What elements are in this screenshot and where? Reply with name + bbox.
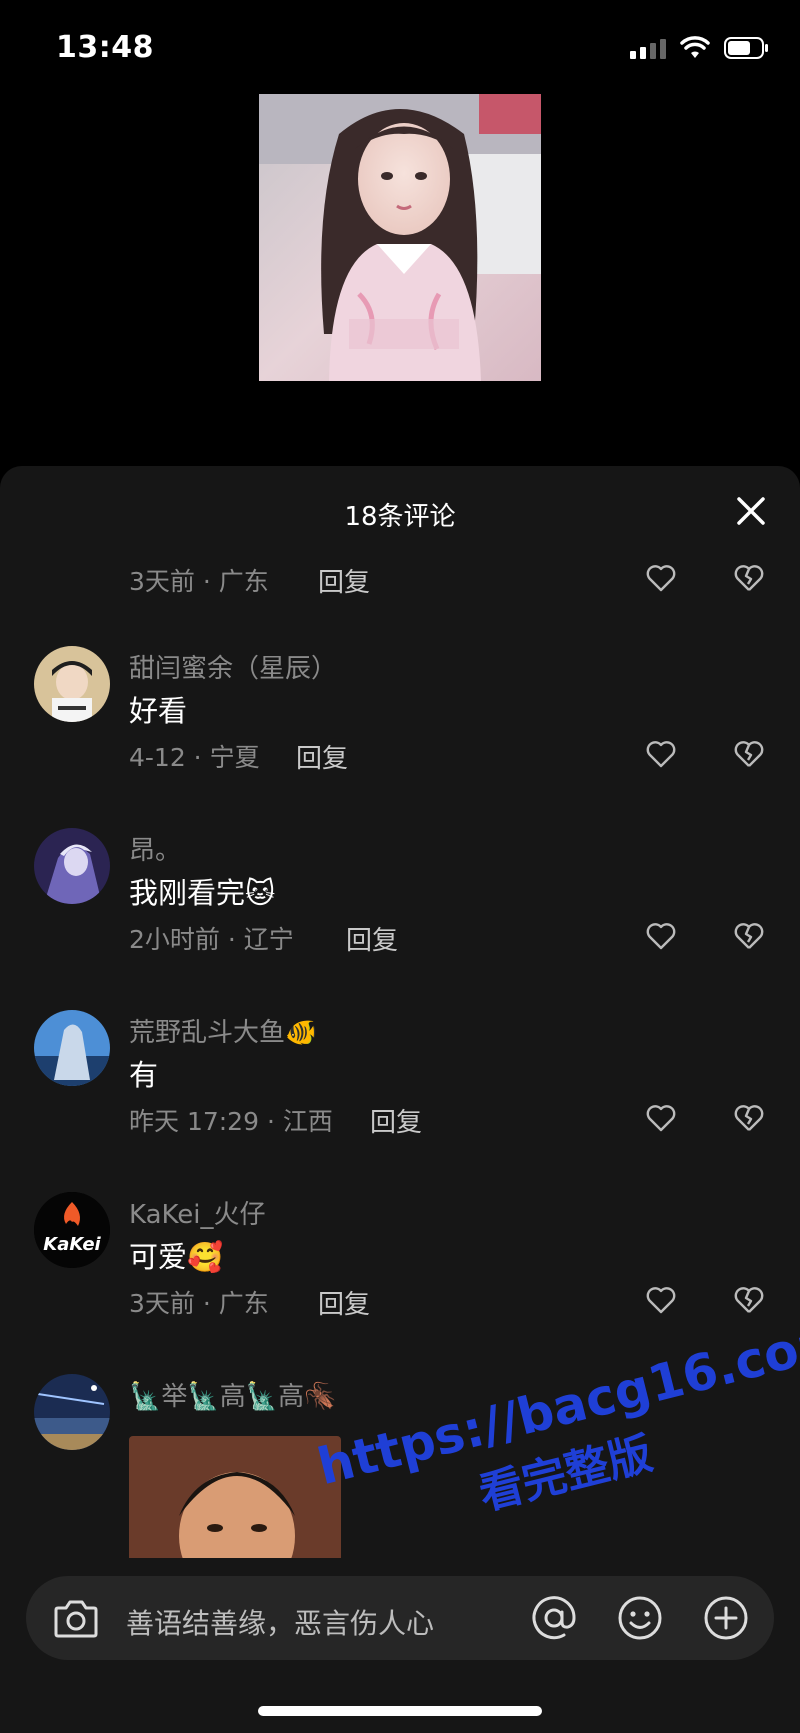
comment-text: 我刚看完🐱 <box>129 870 275 912</box>
comment-username[interactable]: 荒野乱斗大鱼🐠 <box>129 1012 317 1049</box>
avatar-kakei-text: KaKei <box>43 1234 101 1255</box>
list-item: KaKei KaKei_火仔 可爱🥰 3天前 · 广东 回复 <box>0 1192 800 1342</box>
broken-heart-icon[interactable] <box>734 1286 764 1314</box>
comment-meta: 3天前 · 广东 <box>129 567 269 596</box>
video-thumbnail[interactable] <box>259 94 541 381</box>
wifi-icon <box>680 36 710 58</box>
reply-button[interactable]: 回复 <box>370 1102 422 1139</box>
avatar[interactable] <box>34 1374 110 1450</box>
status-time: 13:48 <box>56 30 154 65</box>
heart-icon[interactable] <box>646 1286 676 1314</box>
broken-heart-icon[interactable] <box>734 740 764 768</box>
comment-text-body: 我刚看完 <box>129 876 246 910</box>
comment-meta: 昨天 17:29 · 江西 <box>129 1107 333 1136</box>
list-item: 荒野乱斗大鱼🐠 有 昨天 17:29 · 江西 回复 <box>0 1010 800 1160</box>
list-item: 甜闫蜜余（星辰） 好看 4-12 · 宁夏 回复 <box>0 646 800 796</box>
heart-icon[interactable] <box>646 1104 676 1132</box>
broken-heart-icon[interactable] <box>734 564 764 592</box>
plus-icon[interactable] <box>702 1594 750 1642</box>
reply-button[interactable]: 回复 <box>346 920 398 957</box>
comment-text: 可爱🥰 <box>129 1234 223 1276</box>
comment-text: 好看 <box>129 694 188 728</box>
comment-meta: 2小时前 · 辽宁 <box>129 925 294 954</box>
broken-heart-icon[interactable] <box>734 1104 764 1132</box>
status-bar: 13:48 <box>0 0 800 100</box>
love-emoji: 🥰 <box>187 1240 224 1274</box>
battery-icon <box>724 37 768 59</box>
avatar[interactable] <box>34 646 110 722</box>
avatar[interactable] <box>34 1010 110 1086</box>
sheet-header: 18条评论 <box>0 466 800 556</box>
close-icon[interactable] <box>734 494 768 528</box>
heart-icon[interactable] <box>646 922 676 950</box>
comment-meta: 3天前 · 广东 <box>129 1289 269 1318</box>
reply-button[interactable]: 回复 <box>318 562 370 599</box>
list-item-partial: 3天前 · 广东 回复 <box>0 556 800 616</box>
comment-username[interactable]: KaKei_火仔 <box>129 1194 266 1231</box>
comment-username[interactable]: 甜闫蜜余（星辰） <box>129 648 337 685</box>
comment-username[interactable]: 昂。 <box>129 830 181 867</box>
comment-count-title: 18条评论 <box>344 502 456 532</box>
broken-heart-icon[interactable] <box>734 922 764 950</box>
heart-icon[interactable] <box>646 740 676 768</box>
avatar[interactable] <box>34 828 110 904</box>
heart-icon[interactable] <box>646 564 676 592</box>
comment-sheet: 18条评论 3天前 · 广东 回复 甜闫蜜余（星辰） 好看 4-12 · 宁夏 … <box>0 466 800 1733</box>
fish-emoji: 🐠 <box>285 1018 318 1048</box>
reply-button[interactable]: 回复 <box>296 738 348 775</box>
comment-input[interactable]: 善语结善缘，恶言伤人心 <box>26 1576 774 1660</box>
signal-icon <box>630 37 666 59</box>
comment-username-text: 荒野乱斗大鱼 <box>129 1018 286 1048</box>
avatar[interactable]: KaKei <box>34 1192 110 1268</box>
comment-meta: 4-12 · 宁夏 <box>129 743 260 772</box>
comment-username[interactable]: 🗽举🗽高🗽高🪳 <box>129 1376 337 1413</box>
camera-icon[interactable] <box>52 1596 100 1640</box>
cat-emoji: 🐱 <box>245 876 276 910</box>
comment-text-body: 可爱 <box>129 1240 188 1274</box>
home-indicator <box>258 1706 542 1716</box>
reply-button[interactable]: 回复 <box>318 1284 370 1321</box>
list-item: 昂。 我刚看完🐱 2小时前 · 辽宁 回复 <box>0 828 800 978</box>
at-icon[interactable] <box>530 1594 578 1642</box>
comment-text: 有 <box>129 1058 159 1092</box>
input-placeholder: 善语结善缘，恶言伤人心 <box>126 1607 435 1640</box>
comment-input-bar: 善语结善缘，恶言伤人心 <box>0 1558 800 1733</box>
status-icons <box>630 36 770 60</box>
emoji-icon[interactable] <box>616 1594 664 1642</box>
comment-list[interactable]: 3天前 · 广东 回复 甜闫蜜余（星辰） 好看 4-12 · 宁夏 回复 昂。 … <box>0 556 800 1624</box>
